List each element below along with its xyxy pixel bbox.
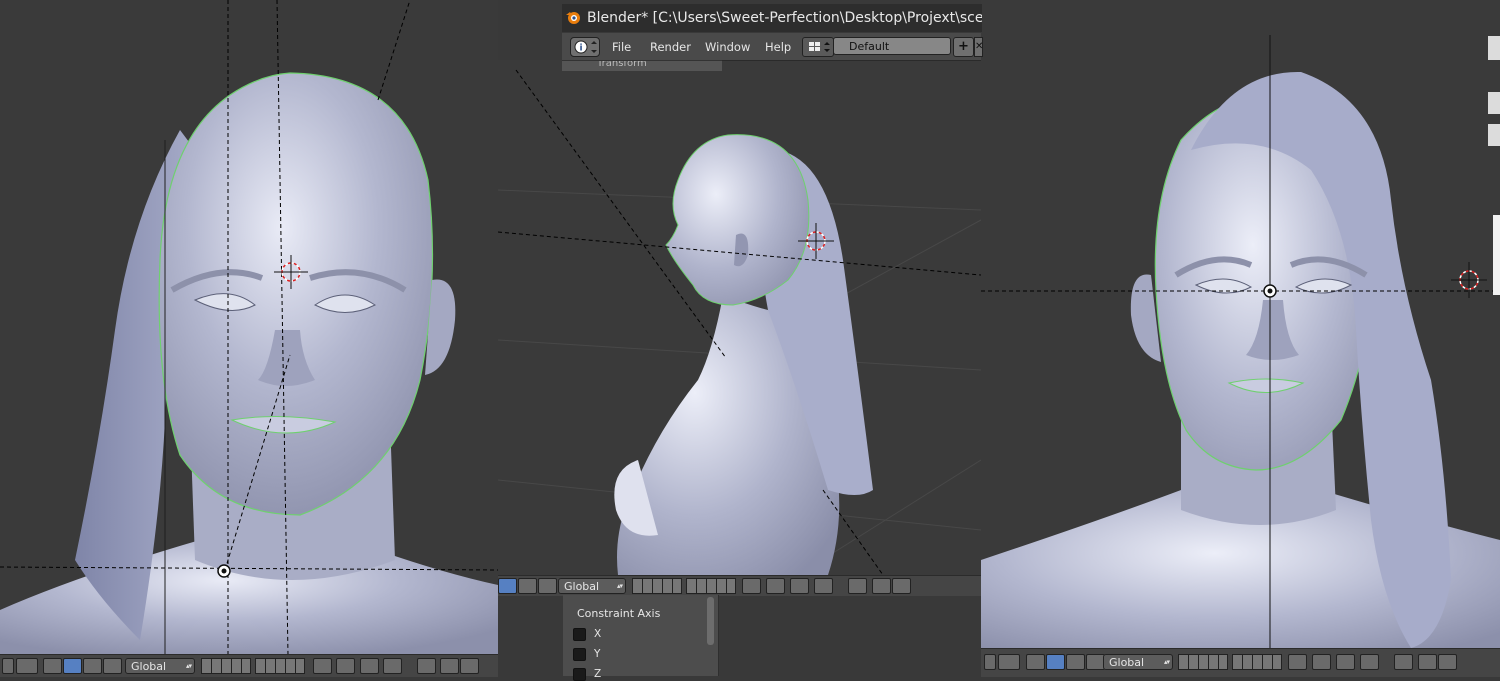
proportional-editing-button[interactable] bbox=[766, 578, 785, 594]
viewport-right-canvas bbox=[981, 35, 1500, 648]
render-animation-button[interactable] bbox=[1438, 654, 1457, 670]
opengl-render-button[interactable] bbox=[417, 658, 436, 674]
snap-element-button[interactable] bbox=[383, 658, 402, 674]
object-origin-icon[interactable] bbox=[217, 564, 231, 578]
constraint-axis-x-checkbox[interactable] bbox=[573, 627, 586, 641]
translate-manipulator-button[interactable] bbox=[1046, 654, 1065, 670]
snap-toggle-button[interactable] bbox=[360, 658, 379, 674]
blender-logo-icon bbox=[566, 12, 580, 24]
proportional-editing-button[interactable] bbox=[336, 658, 355, 674]
remove-screen-button[interactable]: ✕ bbox=[974, 37, 983, 57]
proportional-editing-button[interactable] bbox=[1312, 654, 1331, 670]
head-side-mesh bbox=[665, 134, 810, 306]
lock-layers-button[interactable] bbox=[742, 578, 761, 594]
manipulator-toggle-button[interactable] bbox=[1026, 654, 1045, 670]
pivot-point-button[interactable] bbox=[16, 658, 38, 674]
constraint-axis-z-label: Z bbox=[594, 668, 602, 680]
viewport-left-canvas bbox=[0, 0, 498, 655]
snap-element-button[interactable] bbox=[1360, 654, 1379, 670]
svg-text:i: i bbox=[579, 44, 582, 54]
translate-manipulator-button[interactable] bbox=[63, 658, 82, 674]
transform-panel-label: Transform bbox=[597, 60, 647, 69]
layers-grid-2[interactable] bbox=[255, 658, 305, 674]
add-screen-button[interactable]: + bbox=[953, 37, 974, 57]
rotate-manipulator-button[interactable] bbox=[518, 578, 537, 594]
lock-layers-button[interactable] bbox=[1288, 654, 1307, 670]
render-animation-button[interactable] bbox=[892, 578, 911, 594]
render-animation-button[interactable] bbox=[460, 658, 479, 674]
constraint-axis-y-label: Y bbox=[594, 648, 601, 660]
opengl-render-button[interactable] bbox=[848, 578, 867, 594]
screen-layout-field[interactable]: Default bbox=[833, 37, 951, 55]
viewport-front-right[interactable] bbox=[981, 0, 1500, 648]
constraint-axis-y-row[interactable]: Y bbox=[573, 647, 600, 661]
pivot-point-button[interactable] bbox=[998, 654, 1020, 670]
constraint-axis-z-checkbox[interactable] bbox=[573, 667, 586, 681]
rotate-manipulator-button[interactable] bbox=[1066, 654, 1085, 670]
layers-grid-2[interactable] bbox=[686, 578, 736, 594]
constraint-axis-z-row[interactable]: Z bbox=[573, 667, 601, 681]
adjacent-window-edge bbox=[1488, 36, 1500, 146]
window-title: Blender* [C:\Users\Sweet-Perfection\Desk… bbox=[587, 10, 982, 26]
operator-redo-panel: Constraint Axis X Y Z bbox=[563, 595, 719, 681]
viewport-middle-header: Global bbox=[498, 575, 981, 596]
screen-layout-button[interactable] bbox=[802, 37, 834, 57]
object-origin-icon[interactable] bbox=[1263, 284, 1277, 298]
render-image-button[interactable] bbox=[872, 578, 891, 594]
viewport-right-header: Global bbox=[981, 648, 1500, 677]
translate-manipulator-button[interactable] bbox=[498, 578, 517, 594]
menu-render[interactable]: Render bbox=[650, 40, 691, 54]
info-icon: i bbox=[574, 40, 597, 54]
constraint-axis-x-label: X bbox=[594, 628, 602, 640]
rotate-manipulator-button[interactable] bbox=[83, 658, 102, 674]
snap-element-button[interactable] bbox=[814, 578, 833, 594]
constraint-axis-title: Constraint Axis bbox=[577, 607, 661, 620]
transform-panel-header[interactable]: Transform bbox=[562, 60, 722, 71]
snap-toggle-button[interactable] bbox=[790, 578, 809, 594]
transform-orientation-select[interactable]: Global bbox=[125, 658, 195, 674]
lock-layers-button[interactable] bbox=[313, 658, 332, 674]
render-image-button[interactable] bbox=[1418, 654, 1437, 670]
manipulator-toggle-button[interactable] bbox=[43, 658, 62, 674]
menu-help[interactable]: Help bbox=[765, 40, 791, 54]
scale-manipulator-button[interactable] bbox=[538, 578, 557, 594]
expand-arrows-icon[interactable] bbox=[984, 654, 996, 670]
transform-orientation-select[interactable]: Global bbox=[1103, 654, 1173, 670]
layers-grid-1[interactable] bbox=[201, 658, 251, 674]
window-title-bar: Blender* [C:\Users\Sweet-Perfection\Desk… bbox=[562, 4, 982, 32]
expand-arrows-icon[interactable] bbox=[2, 658, 14, 674]
head-mesh bbox=[158, 72, 434, 516]
scale-manipulator-button[interactable] bbox=[103, 658, 122, 674]
panel-scrollbar[interactable] bbox=[707, 597, 714, 645]
editor-type-info-button[interactable]: i bbox=[570, 37, 600, 57]
screen-layout-icon bbox=[809, 42, 830, 52]
menu-window[interactable]: Window bbox=[705, 40, 750, 54]
plus-icon: + bbox=[958, 39, 969, 54]
main-menu-bar: i File Render Window Help Default + ✕ bbox=[562, 33, 983, 61]
snap-toggle-button[interactable] bbox=[1336, 654, 1355, 670]
constraint-axis-y-checkbox[interactable] bbox=[573, 647, 586, 661]
viewport-left-header: Global bbox=[0, 654, 498, 677]
constraint-axis-x-row[interactable]: X bbox=[573, 627, 601, 641]
layers-grid-1[interactable] bbox=[632, 578, 682, 594]
3d-cursor-icon[interactable] bbox=[1451, 262, 1487, 298]
viewport-side-middle[interactable] bbox=[498, 60, 981, 575]
viewport-front-left[interactable] bbox=[0, 0, 498, 655]
guide-line-diagonal-2 bbox=[377, 0, 411, 101]
opengl-render-button[interactable] bbox=[1394, 654, 1413, 670]
render-image-button[interactable] bbox=[440, 658, 459, 674]
layers-grid-1[interactable] bbox=[1178, 654, 1228, 670]
viewport-middle-canvas bbox=[498, 69, 981, 575]
close-icon: ✕ bbox=[975, 41, 983, 52]
menu-file[interactable]: File bbox=[612, 40, 631, 54]
layers-grid-2[interactable] bbox=[1232, 654, 1282, 670]
external-window-sliver bbox=[1493, 215, 1500, 295]
transform-orientation-select[interactable]: Global bbox=[558, 578, 626, 594]
